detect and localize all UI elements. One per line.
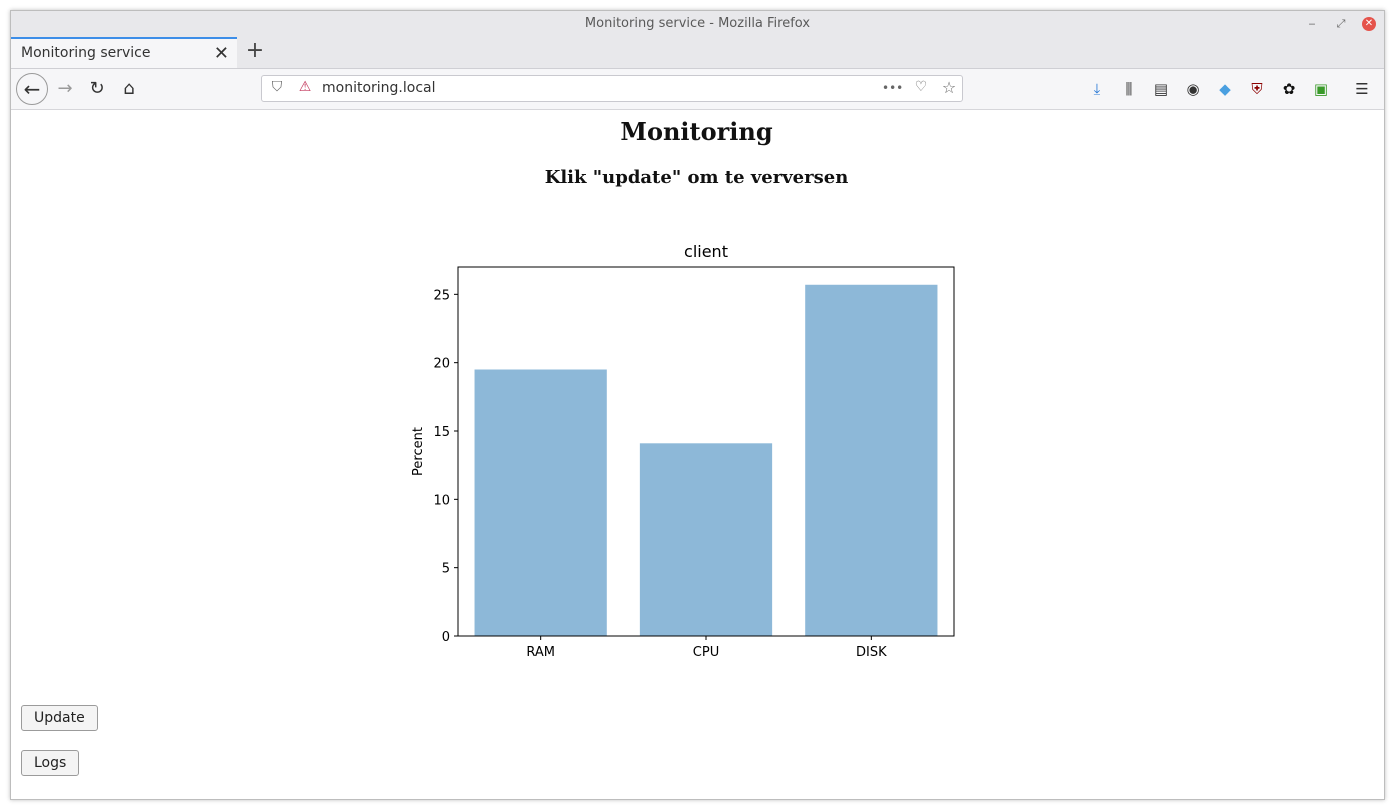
y-tick-label: 10	[433, 493, 450, 508]
sidebar-icon[interactable]: ▤	[1151, 79, 1171, 99]
title-bar: Monitoring service - Mozilla Firefox ‒ ⤢…	[11, 11, 1384, 37]
reload-button[interactable]: ↻	[83, 75, 111, 103]
url-text[interactable]: monitoring.local	[322, 80, 436, 96]
y-tick-label: 5	[442, 562, 450, 577]
y-axis-label: Percent	[411, 427, 426, 476]
insecure-lock-icon[interactable]: ⚠	[296, 79, 314, 95]
update-button[interactable]: Update	[21, 705, 98, 731]
bar-ram	[474, 369, 607, 636]
y-tick-label: 0	[442, 630, 450, 645]
page-title: Monitoring	[620, 117, 773, 146]
page-actions-icon[interactable]: •••	[882, 81, 903, 95]
forward-button[interactable]: →	[51, 75, 79, 103]
bookmark-star-icon[interactable]: ☆	[940, 78, 958, 97]
gnome-extension-icon[interactable]: ✿	[1279, 79, 1299, 99]
page-content: Monitoring Klik "update" om te verversen…	[11, 110, 1382, 799]
x-tick-label: DISK	[856, 645, 887, 660]
bar-cpu	[639, 443, 773, 636]
url-bar[interactable]: ⛉ ⚠ monitoring.local ••• ♡ ☆	[261, 75, 963, 102]
window-title: Monitoring service - Mozilla Firefox	[584, 16, 811, 31]
y-tick-label: 20	[433, 357, 450, 372]
bar-disk	[805, 284, 938, 636]
back-button[interactable]: ←	[16, 73, 48, 105]
tab-monitoring-service[interactable]: Monitoring service ✕	[11, 37, 237, 68]
browser-window: Monitoring service - Mozilla Firefox ‒ ⤢…	[10, 10, 1385, 800]
library-icon[interactable]: ⫼	[1119, 79, 1139, 99]
new-tab-button[interactable]: +	[243, 38, 267, 63]
close-window-button[interactable]: ✕	[1362, 17, 1376, 31]
ublock-origin-icon[interactable]: ⛨	[1247, 79, 1267, 99]
home-button[interactable]: ⌂	[115, 75, 143, 103]
navigation-toolbar: ← → ↻ ⌂ ⛉ ⚠ monitoring.local ••• ♡ ☆ ⤓ ⫼…	[11, 69, 1384, 110]
usage-bar-chart: client RAM CPU DISK 0 5 10 15 20 25 Percent	[411, 242, 955, 660]
x-tick-label: CPU	[693, 645, 719, 660]
y-tick-label: 25	[433, 288, 450, 303]
chart-title: client	[684, 242, 728, 261]
logs-button[interactable]: Logs	[21, 750, 80, 776]
tab-strip: Monitoring service ✕ +	[11, 37, 1384, 69]
tab-label: Monitoring service	[21, 45, 151, 61]
account-icon[interactable]: ◉	[1183, 79, 1203, 99]
extension-green-icon[interactable]: ▣	[1311, 79, 1331, 99]
pocket-icon[interactable]: ♡	[912, 79, 930, 95]
shield-icon[interactable]: ⛉	[268, 79, 286, 95]
tab-close-icon[interactable]: ✕	[214, 43, 229, 64]
hamburger-menu-icon[interactable]: ☰	[1352, 79, 1372, 99]
restore-button[interactable]: ⤢	[1334, 17, 1348, 31]
y-tick-label: 15	[433, 425, 450, 440]
x-tick-label: RAM	[526, 645, 555, 660]
page-subtitle: Klik "update" om te verversen	[544, 167, 849, 188]
minimize-button[interactable]: ‒	[1305, 17, 1319, 31]
downloads-icon[interactable]: ⤓	[1087, 79, 1107, 99]
extension-vivaldi-icon[interactable]: ◆	[1215, 79, 1235, 99]
